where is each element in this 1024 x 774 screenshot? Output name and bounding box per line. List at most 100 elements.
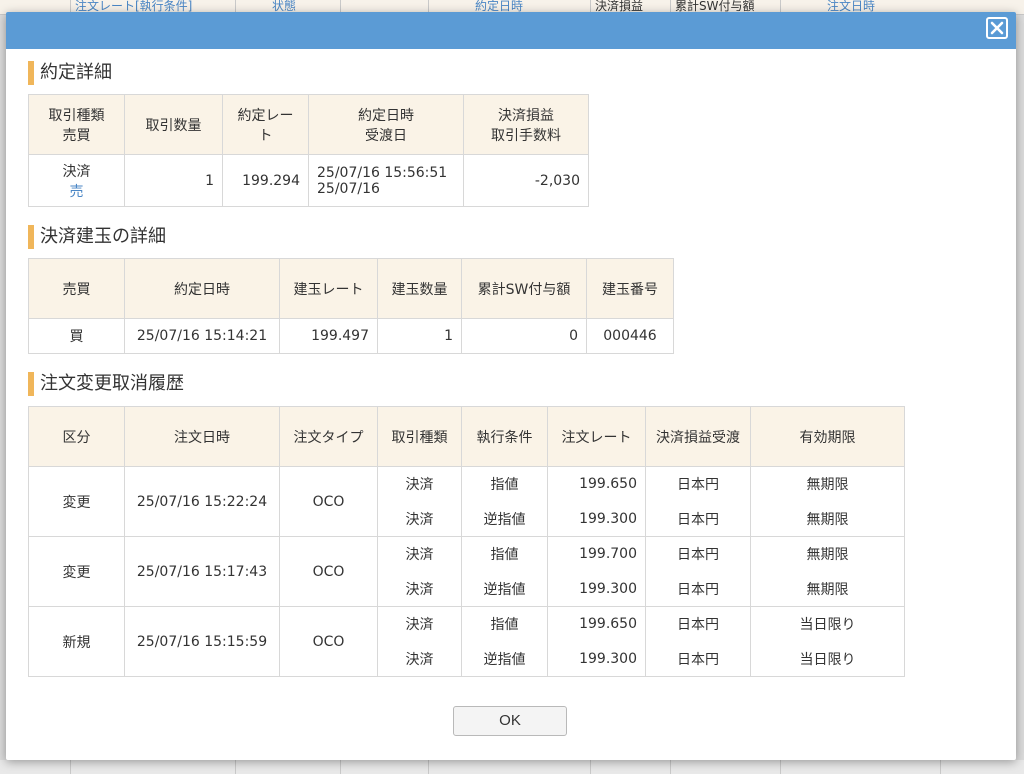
cell-rate: 199.300 xyxy=(547,641,646,677)
cell-rate: 199.300 xyxy=(547,501,646,537)
header-label: 約定日時 xyxy=(358,107,414,124)
section-title-fill-detail: 約定詳細 xyxy=(28,61,112,85)
header-label: 売買 xyxy=(62,127,91,144)
header-type-side: 取引種類 売買 xyxy=(28,94,125,155)
table-header-row: 取引種類 売買 取引数量 約定レート 約定日時 受渡日 決済損益 取引手数料 xyxy=(28,94,589,155)
trade-detail-dialog: 約定詳細 取引種類 売買 取引数量 約定レート 約定日時 受渡日 決済損益 取引… xyxy=(6,12,1016,760)
header-label: 取引種類 xyxy=(48,107,105,124)
cell-condition: 指値 xyxy=(461,606,548,642)
cell-order-type: OCO xyxy=(279,606,378,677)
cell-kind: 新規 xyxy=(28,606,125,677)
cell-kind: 変更 xyxy=(28,536,125,607)
cell-pnl-currency: 日本円 xyxy=(645,641,751,677)
ok-button[interactable]: OK xyxy=(453,706,567,736)
background-table-row xyxy=(0,760,1024,774)
cell-expiry: 無期限 xyxy=(750,466,905,502)
bg-divider xyxy=(780,760,781,774)
cell-condition: 逆指値 xyxy=(461,571,548,607)
cell-pnl-currency: 日本円 xyxy=(645,571,751,607)
table-row: 変更 25/07/16 15:17:43 OCO 決済 指値 199.700 日本円 無期限 xyxy=(28,536,905,607)
header-swap: 累計SW付与額 xyxy=(461,258,587,319)
header-datetime: 約定日時 xyxy=(124,258,280,319)
cell-datetime: 25/07/16 15:14:21 xyxy=(124,318,280,354)
cell-datetime: 25/07/16 15:17:43 xyxy=(124,536,280,607)
cell-pnl-currency: 日本円 xyxy=(645,606,751,642)
header-trade-type: 取引種類 xyxy=(377,406,462,467)
header-rate: 注文レート xyxy=(547,406,646,467)
cell-trade-type: 決済 xyxy=(377,641,462,677)
cell-condition: 逆指値 xyxy=(461,501,548,537)
trade-side: 売 xyxy=(69,183,84,200)
cell-id: 000446 xyxy=(586,318,674,354)
cell-qty: 1 xyxy=(377,318,462,354)
header-kind: 区分 xyxy=(28,406,125,467)
cell-condition: 指値 xyxy=(461,536,548,572)
settle-date: 25/07/16 xyxy=(317,180,380,197)
table-row: 決済 売 1 199.294 25/07/16 15:56:51 25/07/1… xyxy=(28,154,589,207)
header-condition: 執行条件 xyxy=(461,406,548,467)
header-qty: 取引数量 xyxy=(124,94,223,155)
cell-swap: 0 xyxy=(461,318,587,354)
cell-pnl-currency: 日本円 xyxy=(645,536,751,572)
trade-type: 決済 xyxy=(62,163,91,180)
cell-datetime: 25/07/16 15:56:51 25/07/16 xyxy=(308,154,464,207)
header-label: 受渡日 xyxy=(365,127,407,144)
cell-expiry: 当日限り xyxy=(750,606,905,642)
cell-trade-type: 決済 xyxy=(377,536,462,572)
cell-expiry: 当日限り xyxy=(750,641,905,677)
header-pnl: 決済損益 取引手数料 xyxy=(463,94,589,155)
cell-pnl-currency: 日本円 xyxy=(645,501,751,537)
header-qty: 建玉数量 xyxy=(377,258,462,319)
bg-divider xyxy=(670,760,671,774)
header-order-type: 注文タイプ xyxy=(279,406,378,467)
cell-datetime: 25/07/16 15:15:59 xyxy=(124,606,280,677)
dialog-title-bar xyxy=(6,12,1016,49)
cell-order-type: OCO xyxy=(279,536,378,607)
cell-condition: 指値 xyxy=(461,466,548,502)
cell-rate: 199.294 xyxy=(222,154,309,207)
cell-expiry: 無期限 xyxy=(750,501,905,537)
cell-rate: 199.650 xyxy=(547,606,646,642)
table-row: 新規 25/07/16 15:15:59 OCO 決済 指値 199.650 日本円 当日限り xyxy=(28,606,905,677)
bg-divider xyxy=(70,760,71,774)
cell-trade-type: 決済 xyxy=(377,571,462,607)
bg-divider xyxy=(590,760,591,774)
cell-trade-type: 決済 xyxy=(377,466,462,502)
header-rate: 建玉レート xyxy=(279,258,378,319)
close-button[interactable] xyxy=(986,17,1008,39)
header-pnl-currency: 決済損益受渡 xyxy=(645,406,751,467)
cell-expiry: 無期限 xyxy=(750,571,905,607)
fill-datetime: 25/07/16 15:56:51 xyxy=(317,164,448,181)
table-row: 買 25/07/16 15:14:21 199.497 1 0 000446 xyxy=(28,318,674,354)
close-icon xyxy=(990,21,1004,35)
position-detail-table: 売買 約定日時 建玉レート 建玉数量 累計SW付与額 建玉番号 買 25/07/… xyxy=(28,258,674,354)
cell-side: 買 xyxy=(28,318,125,354)
cell-rate: 199.300 xyxy=(547,571,646,607)
cell-type-side: 決済 売 xyxy=(28,154,125,207)
bg-divider xyxy=(235,760,236,774)
table-header-row: 区分 注文日時 注文タイプ 取引種類 執行条件 注文レート 決済損益受渡 有効期… xyxy=(28,406,905,467)
cell-condition: 逆指値 xyxy=(461,641,548,677)
cell-pnl: -2,030 xyxy=(463,154,589,207)
header-rate: 約定レート xyxy=(222,94,309,155)
header-id: 建玉番号 xyxy=(586,258,674,319)
fill-detail-table: 取引種類 売買 取引数量 約定レート 約定日時 受渡日 決済損益 取引手数料 決… xyxy=(28,94,589,207)
section-title-position-detail: 決済建玉の詳細 xyxy=(28,225,166,249)
cell-expiry: 無期限 xyxy=(750,536,905,572)
header-expiry: 有効期限 xyxy=(750,406,905,467)
table-row: 変更 25/07/16 15:22:24 OCO 決済 指値 199.650 日本円 無期限 xyxy=(28,466,905,537)
header-side: 売買 xyxy=(28,258,125,319)
header-datetime: 約定日時 受渡日 xyxy=(308,94,464,155)
cell-rate: 199.700 xyxy=(547,536,646,572)
cell-qty: 1 xyxy=(124,154,223,207)
bg-divider xyxy=(940,760,941,774)
cell-trade-type: 決済 xyxy=(377,606,462,642)
cell-pnl-currency: 日本円 xyxy=(645,466,751,502)
cell-trade-type: 決済 xyxy=(377,501,462,537)
order-history-table: 区分 注文日時 注文タイプ 取引種類 執行条件 注文レート 決済損益受渡 有効期… xyxy=(28,406,905,677)
cell-kind: 変更 xyxy=(28,466,125,537)
header-datetime: 注文日時 xyxy=(124,406,280,467)
section-title-history: 注文変更取消履歴 xyxy=(28,372,184,396)
header-label: 決済損益 xyxy=(498,107,554,124)
cell-rate: 199.650 xyxy=(547,466,646,502)
